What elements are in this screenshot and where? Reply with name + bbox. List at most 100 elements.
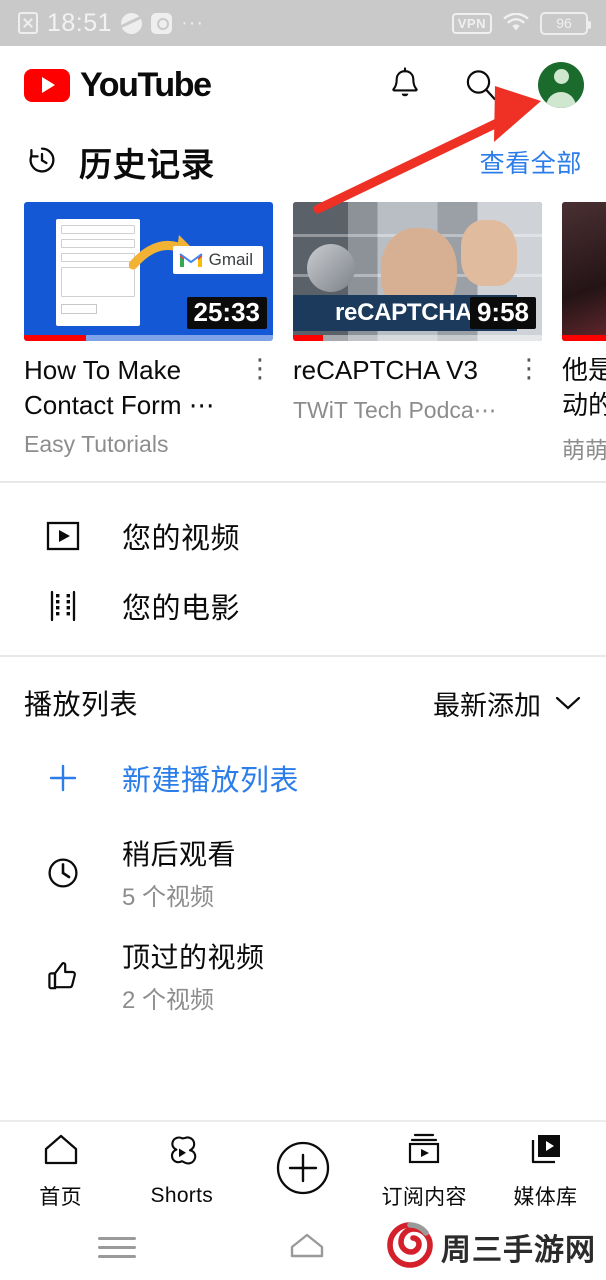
bottom-navigation-bar: 首页 Shorts 订阅内容 媒体库 [0, 1120, 606, 1214]
nav-label: 首页 [39, 1185, 82, 1209]
nav-label: Shorts [150, 1183, 214, 1207]
video-card[interactable]: reCAPTCHA V3 9:58 reCAPTCHA V3 ⋮ TWiT Te… [293, 202, 542, 465]
gmail-badge: Gmail [172, 246, 263, 274]
playlist-item-liked-videos[interactable]: 顶过的视频 2 个视频 [0, 924, 606, 1027]
vpn-badge: VPN [451, 12, 492, 34]
video-title: 他是 动的 [562, 355, 606, 420]
video-card[interactable]: Gmail 25:33 How To Make Contact Form ⋯ ⋮… [24, 202, 273, 465]
menu-item-label: 您的视频 [122, 523, 241, 556]
app-header: YouTube [0, 46, 606, 124]
video-title-row: 他是 动的 [562, 353, 606, 422]
your-videos-icon [40, 516, 86, 556]
nav-item-create[interactable] [248, 1138, 358, 1203]
video-title: reCAPTCHA V3 [293, 355, 478, 385]
bell-icon[interactable] [386, 66, 424, 104]
menu-item-label: 您的电影 [122, 593, 241, 626]
system-home-icon[interactable] [282, 1228, 332, 1267]
search-icon[interactable] [462, 66, 500, 104]
youtube-logo[interactable]: YouTube [24, 65, 212, 105]
person-hand-graphic [461, 220, 517, 286]
header-actions [386, 62, 584, 108]
tiktok-app-icon [151, 12, 173, 34]
playlist-text-group: 顶过的视频 2 个视频 [122, 936, 265, 1015]
microphone-graphic [307, 244, 355, 292]
playlist-sort-label: 最新添加 [433, 690, 541, 721]
playlist-item-watch-later[interactable]: 稍后观看 5 个视频 [0, 821, 606, 924]
menu-item-your-videos[interactable]: 您的视频 [0, 501, 606, 571]
video-channel: 萌萌 [562, 437, 606, 464]
video-card[interactable]: 他是 动的 萌萌 [562, 202, 606, 465]
thumbs-up-icon [40, 955, 86, 997]
video-title: How To Make Contact Form ⋯ [24, 355, 215, 420]
status-bar-left: 18:51 ··· [18, 9, 204, 38]
status-overflow-icon: ··· [181, 12, 205, 34]
your-movies-icon [40, 586, 86, 626]
spiral-logo-icon [387, 1221, 433, 1273]
status-bar-right: VPN 96 [451, 11, 591, 35]
playlist-name: 稍后观看 [122, 839, 237, 871]
history-title: 历史记录 [79, 146, 215, 183]
nav-label: 订阅内容 [381, 1185, 467, 1209]
nav-item-library[interactable]: 媒体库 [490, 1130, 600, 1211]
video-channel: TWiT Tech Podca⋯ [293, 396, 497, 423]
menu-item-your-movies[interactable]: 您的电影 [0, 571, 606, 641]
close-icon [18, 12, 38, 34]
new-playlist-button[interactable]: 新建播放列表 [0, 733, 606, 821]
nav-item-home[interactable]: 首页 [6, 1130, 116, 1211]
create-plus-icon [273, 1138, 333, 1203]
chevron-down-icon [554, 688, 582, 719]
wifi-icon [503, 13, 529, 33]
shorts-icon [161, 1133, 203, 1178]
battery-indicator: 96 [540, 11, 591, 35]
video-duration: 25:33 [186, 297, 267, 329]
youtube-wordmark: YouTube [80, 65, 212, 104]
video-thumbnail[interactable]: reCAPTCHA V3 9:58 [293, 202, 542, 341]
playlist-count: 2 个视频 [122, 987, 215, 1015]
view-all-link[interactable]: 查看全部 [480, 144, 582, 180]
thumbnail-background [562, 202, 606, 341]
video-duration: 9:58 [469, 297, 536, 329]
history-title-group[interactable]: 历史记录 [24, 138, 215, 186]
subscriptions-icon [403, 1130, 445, 1175]
watch-progress-bar [562, 335, 606, 341]
playlists-title: 播放列表 [24, 689, 139, 721]
video-thumbnail[interactable] [562, 202, 606, 341]
playlist-sort-control[interactable]: 最新添加 [433, 684, 582, 723]
playlist-count: 5 个视频 [122, 884, 215, 912]
playlist-name: 顶过的视频 [122, 942, 265, 974]
system-menu-icon[interactable] [98, 1236, 136, 1258]
youtube-play-icon [24, 68, 70, 102]
clock-icon [40, 852, 86, 894]
kebab-menu-icon[interactable]: ⋮ [247, 353, 273, 422]
nav-item-shorts[interactable]: Shorts [127, 1133, 237, 1208]
history-clock-icon [24, 142, 60, 183]
system-navigation-bar: 周三手游网 [0, 1214, 606, 1280]
contact-form-graphic [56, 219, 140, 326]
system-status-bar: 18:51 ··· VPN 96 [0, 0, 606, 46]
library-icon [524, 1130, 566, 1175]
playlists-section-header: 播放列表 最新添加 [0, 657, 606, 733]
nav-item-subscriptions[interactable]: 订阅内容 [369, 1130, 479, 1211]
kebab-menu-icon[interactable]: ⋮ [516, 353, 542, 388]
gmail-label: Gmail [208, 250, 253, 269]
video-channel: Easy Tutorials [24, 431, 169, 458]
library-menu: 您的视频 您的电影 [0, 483, 606, 655]
account-avatar[interactable] [538, 62, 584, 108]
video-title-row: reCAPTCHA V3 ⋮ [293, 353, 542, 388]
youtube-library-screen: 18:51 ··· VPN 96 YouTube 历史记录 查看全部 Gmail… [0, 0, 606, 1280]
browser-app-icon [121, 12, 143, 34]
site-watermark: 周三手游网 [387, 1221, 596, 1273]
video-thumbnail[interactable]: Gmail 25:33 [24, 202, 273, 341]
watch-progress-bar [24, 335, 273, 341]
nav-label: 媒体库 [513, 1185, 578, 1209]
playlist-text-group: 稍后观看 5 个视频 [122, 833, 236, 912]
watermark-text: 周三手游网 [441, 1233, 596, 1268]
home-icon [40, 1130, 82, 1175]
new-playlist-label: 新建播放列表 [122, 765, 300, 798]
plus-icon [40, 760, 86, 796]
video-title-row: How To Make Contact Form ⋯ ⋮ [24, 353, 273, 422]
watch-progress-bar [293, 335, 542, 341]
history-section-header: 历史记录 查看全部 [0, 124, 606, 194]
status-bar-clock: 18:51 [47, 8, 113, 37]
history-video-shelf[interactable]: Gmail 25:33 How To Make Contact Form ⋯ ⋮… [0, 194, 606, 465]
